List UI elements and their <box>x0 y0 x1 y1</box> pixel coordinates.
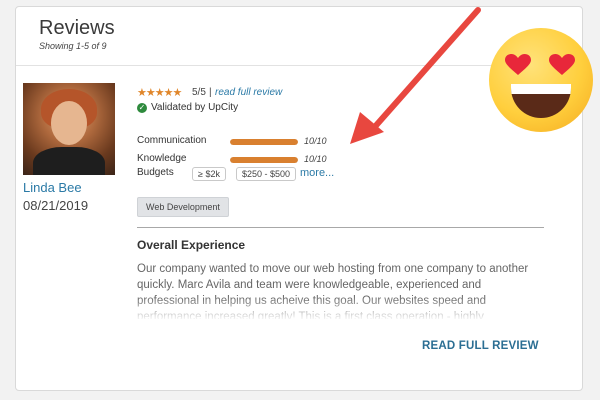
emoji-teeth <box>511 84 571 94</box>
emoji-mouth <box>511 84 571 118</box>
heart-left-icon <box>505 54 531 75</box>
heart-eyes-emoji-icon <box>489 28 593 132</box>
heart-right-icon <box>549 54 575 75</box>
